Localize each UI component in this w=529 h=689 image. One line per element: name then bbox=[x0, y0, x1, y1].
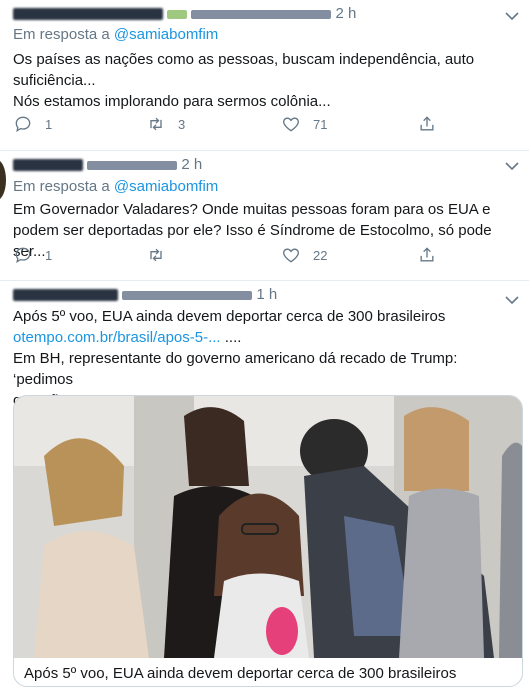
article-link[interactable]: otempo.com.br/brasil/apos-5-... bbox=[13, 329, 221, 346]
tweet-text-line: Os países as nações como as pessoas, bus… bbox=[13, 51, 475, 68]
link-suffix: .... bbox=[220, 329, 242, 346]
retweet-icon bbox=[150, 248, 162, 262]
tweet-1[interactable]: 2 h Em resposta a @samiabomfim Os países… bbox=[0, 0, 529, 151]
tweet-actions: 1 3 71 bbox=[13, 114, 443, 136]
card-photo[interactable] bbox=[14, 396, 522, 658]
retweet-count: 3 bbox=[178, 116, 186, 132]
reply-button[interactable]: 1 bbox=[13, 114, 52, 134]
author-name-redacted bbox=[13, 289, 118, 302]
tweet-header: 2 h bbox=[13, 5, 356, 25]
tweet-text-line: suficiência... bbox=[13, 72, 96, 89]
reply-icon bbox=[15, 247, 31, 264]
tweet-text-line: Nós estamos implorando para sermos colôn… bbox=[13, 93, 331, 110]
reply-to-line: Em resposta a @samiabomfim bbox=[13, 26, 218, 43]
tweet-text-line: Em BH, representante do governo american… bbox=[13, 350, 458, 388]
tweet-actions: 1 22 bbox=[13, 245, 443, 267]
avatar[interactable] bbox=[0, 160, 6, 200]
author-name-redacted bbox=[13, 8, 163, 21]
tweet-2[interactable]: 2 h Em resposta a @samiabomfim Em Govern… bbox=[0, 150, 529, 281]
tweet-time[interactable]: 2 h bbox=[181, 156, 202, 173]
retweet-button[interactable] bbox=[146, 245, 178, 265]
tweet-text: Os países as nações como as pessoas, bus… bbox=[13, 49, 519, 112]
share-icon bbox=[420, 116, 434, 131]
tweet-header: 1 h bbox=[13, 286, 277, 306]
tweet-header: 2 h bbox=[13, 156, 202, 176]
reply-prefix: Em resposta a bbox=[13, 26, 110, 43]
author-handle-redacted bbox=[191, 9, 332, 19]
card-title: Após 5º voo, EUA ainda devem deportar ce… bbox=[24, 665, 457, 682]
reply-count: 1 bbox=[45, 247, 53, 263]
tweet-time[interactable]: 2 h bbox=[336, 5, 357, 22]
like-count: 71 bbox=[313, 116, 328, 132]
chevron-down-icon[interactable] bbox=[505, 294, 519, 305]
reply-handle-link[interactable]: @samiabomfim bbox=[114, 178, 218, 195]
chevron-down-icon[interactable] bbox=[505, 160, 519, 171]
tweet-link-line: otempo.com.br/brasil/apos-5-... .... bbox=[13, 327, 519, 348]
author-name-redacted bbox=[13, 159, 83, 172]
link-preview-card[interactable]: Após 5º voo, EUA ainda devem deportar ce… bbox=[13, 395, 523, 687]
author-handle-redacted bbox=[122, 290, 253, 300]
share-button[interactable] bbox=[417, 114, 437, 134]
author-handle-redacted bbox=[87, 160, 178, 170]
tweet-3[interactable]: 1 h Após 5º voo, EUA ainda devem deporta… bbox=[0, 280, 529, 689]
tweet-time[interactable]: 1 h bbox=[256, 286, 277, 303]
like-icon bbox=[283, 117, 299, 132]
reply-button[interactable]: 1 bbox=[13, 245, 52, 265]
share-button[interactable] bbox=[417, 245, 437, 265]
emoji-redacted bbox=[167, 9, 188, 19]
reply-count: 1 bbox=[45, 116, 53, 132]
reply-handle-link[interactable]: @samiabomfim bbox=[114, 26, 218, 43]
tweet-text-line: Em Governador Valadares? Onde muitas pes… bbox=[13, 201, 491, 218]
like-button[interactable]: 71 bbox=[281, 114, 327, 134]
retweet-icon bbox=[150, 117, 162, 131]
reply-prefix: Em resposta a bbox=[13, 178, 110, 195]
like-count: 22 bbox=[313, 247, 328, 263]
card-photo-illustration bbox=[14, 396, 522, 658]
retweet-button[interactable]: 3 bbox=[146, 114, 185, 134]
like-button[interactable]: 22 bbox=[281, 245, 327, 265]
tweet-text-line: Após 5º voo, EUA ainda devem deportar ce… bbox=[13, 308, 446, 325]
share-icon bbox=[420, 247, 434, 262]
reply-icon bbox=[15, 116, 31, 133]
chevron-down-icon[interactable] bbox=[505, 10, 519, 21]
reply-to-line: Em resposta a @samiabomfim bbox=[13, 178, 218, 195]
like-icon bbox=[283, 248, 299, 263]
